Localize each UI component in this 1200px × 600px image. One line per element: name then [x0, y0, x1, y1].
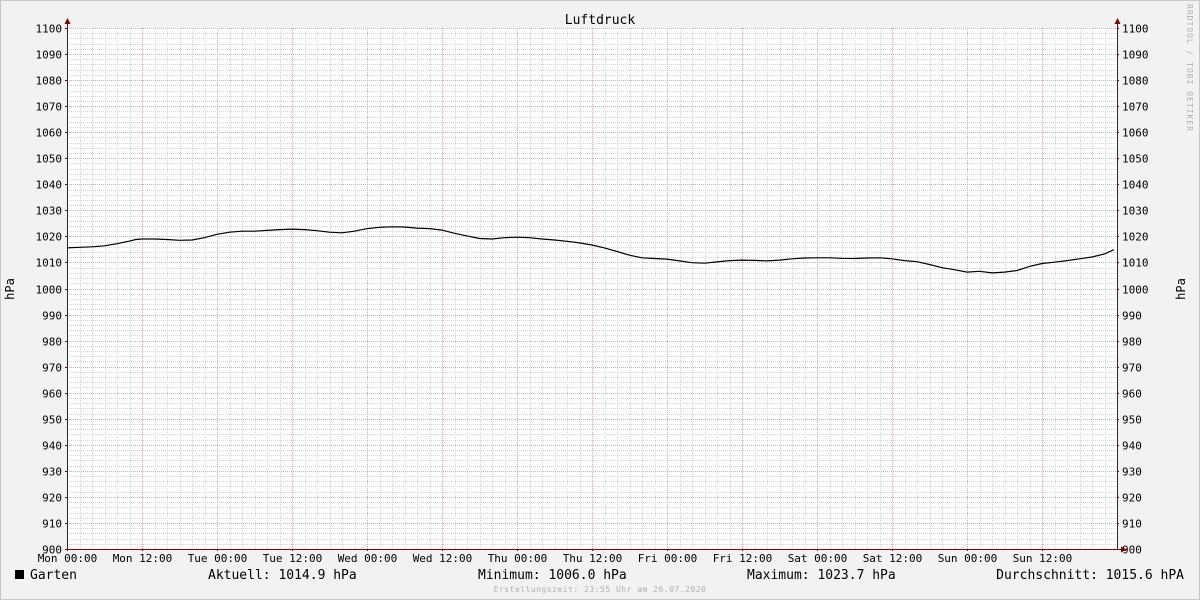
- x-tick-label: Sun 12:00: [1013, 552, 1073, 565]
- y-tick-label-right: 1070: [1122, 101, 1149, 114]
- y-tick-label-right: 1060: [1122, 127, 1149, 140]
- y-tick-label-left: 920: [42, 492, 62, 505]
- legend-swatch: [15, 570, 24, 579]
- y-tick-label-right: 970: [1122, 362, 1142, 375]
- y-tick-label-left: 910: [42, 518, 62, 531]
- y-tick-label-left: 1100: [36, 23, 63, 36]
- y-tick-label-right: 1020: [1122, 231, 1149, 244]
- y-axis-label-left: hPa: [3, 278, 17, 300]
- y-tick-label-left: 940: [42, 440, 62, 453]
- y-tick-label-right: 1030: [1122, 205, 1149, 218]
- y-tick-label-left: 970: [42, 362, 62, 375]
- x-tick-label: Wed 12:00: [413, 552, 473, 565]
- y-tick-label-right: 950: [1122, 414, 1142, 427]
- chart-title: Luftdruck: [565, 13, 636, 28]
- x-tick-label: Sun 00:00: [938, 552, 998, 565]
- x-tick-label: Tue 00:00: [188, 552, 248, 565]
- legend-current: Aktuell: 1014.9 hPa: [208, 568, 357, 583]
- x-tick-label: Thu 00:00: [488, 552, 548, 565]
- y-tick-label-left: 1020: [36, 231, 63, 244]
- y-tick-label-right: 1080: [1122, 75, 1149, 88]
- y-tick-label-right: 1050: [1122, 153, 1149, 166]
- y-tick-label-left: 1030: [36, 205, 63, 218]
- y-tick-label-right: 1090: [1122, 49, 1149, 62]
- y-tick-label-left: 960: [42, 388, 62, 401]
- y-tick-label-right: 930: [1122, 466, 1142, 479]
- x-tick-label: Wed 00:00: [338, 552, 398, 565]
- y-tick-label-right: 1100: [1122, 23, 1149, 36]
- y-tick-label-right: 940: [1122, 440, 1142, 453]
- legend-series-name: Garten: [30, 568, 77, 583]
- y-tick-label-left: 1070: [36, 101, 63, 114]
- x-tick-label: Mon 00:00: [38, 552, 98, 565]
- y-tick-label-right: 910: [1122, 518, 1142, 531]
- y-tick-label-left: 990: [42, 310, 62, 323]
- y-axis-label-right: hPa: [1174, 278, 1188, 300]
- y-tick-label-left: 1080: [36, 75, 63, 88]
- y-tick-label-left: 950: [42, 414, 62, 427]
- chart-svg: 9009109209309409509609709809901000101010…: [0, 0, 1200, 600]
- y-tick-label-left: 1040: [36, 179, 63, 192]
- y-tick-label-right: 920: [1122, 492, 1142, 505]
- y-tick-label-right: 1010: [1122, 257, 1149, 270]
- legend-maximum: Maximum: 1023.7 hPa: [747, 568, 896, 583]
- creation-time: Erstellungszeit: 23:55 Uhr am 26.07.2020: [493, 585, 707, 594]
- y-tick-label-left: 980: [42, 336, 62, 349]
- x-tick-label: Fri 00:00: [638, 552, 698, 565]
- y-tick-label-right: 980: [1122, 336, 1142, 349]
- x-tick-label: Sat 00:00: [788, 552, 848, 565]
- watermark: RRDTOOL / TOBI OETIKER: [1185, 4, 1194, 132]
- y-tick-label-right: 1000: [1122, 284, 1149, 297]
- y-tick-label-left: 1050: [36, 153, 63, 166]
- legend-minimum: Minimum: 1006.0 hPa: [478, 568, 627, 583]
- y-tick-label-left: 1060: [36, 127, 63, 140]
- y-tick-label-right: 1040: [1122, 179, 1149, 192]
- x-tick-label: Fri 12:00: [713, 552, 773, 565]
- y-tick-label-right: 990: [1122, 310, 1142, 323]
- y-tick-label-right: 960: [1122, 388, 1142, 401]
- x-tick-label: Thu 12:00: [563, 552, 623, 565]
- chart-window: 900 910 920 930 940 950 960 970 980 990 1000 1010 10…: [0, 0, 1200, 600]
- x-tick-label: Mon 12:00: [113, 552, 173, 565]
- x-tick-label: Sat 12:00: [863, 552, 923, 565]
- y-tick-label-left: 1010: [36, 257, 63, 270]
- y-tick-label-left: 1000: [36, 284, 63, 297]
- legend-series: Garten: [15, 568, 77, 583]
- y-tick-label-left: 930: [42, 466, 62, 479]
- legend-average: Durchschnitt: 1015.6 hPA: [996, 568, 1184, 583]
- x-tick-label: Tue 12:00: [263, 552, 323, 565]
- y-tick-label-left: 1090: [36, 49, 63, 62]
